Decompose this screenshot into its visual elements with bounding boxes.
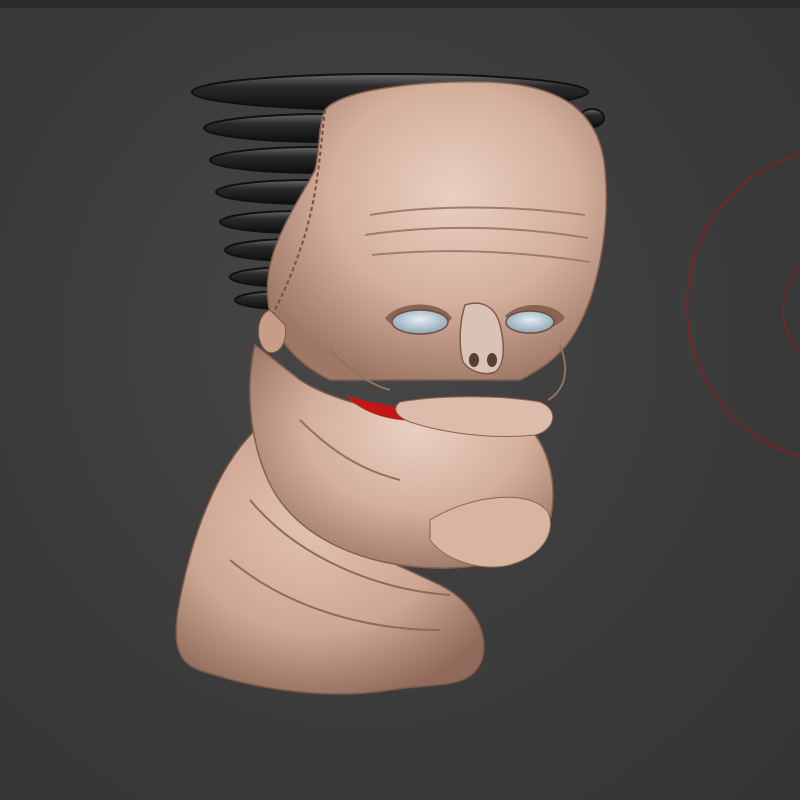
nostril [487, 353, 497, 367]
brush-inner-ring [782, 266, 800, 354]
sculpt-viewport[interactable] [0, 0, 800, 800]
sculpt-scene[interactable] [0, 0, 800, 800]
brush-radius-cursor [686, 152, 800, 458]
sculpted-head-model[interactable] [175, 81, 608, 695]
nostril [469, 353, 479, 367]
